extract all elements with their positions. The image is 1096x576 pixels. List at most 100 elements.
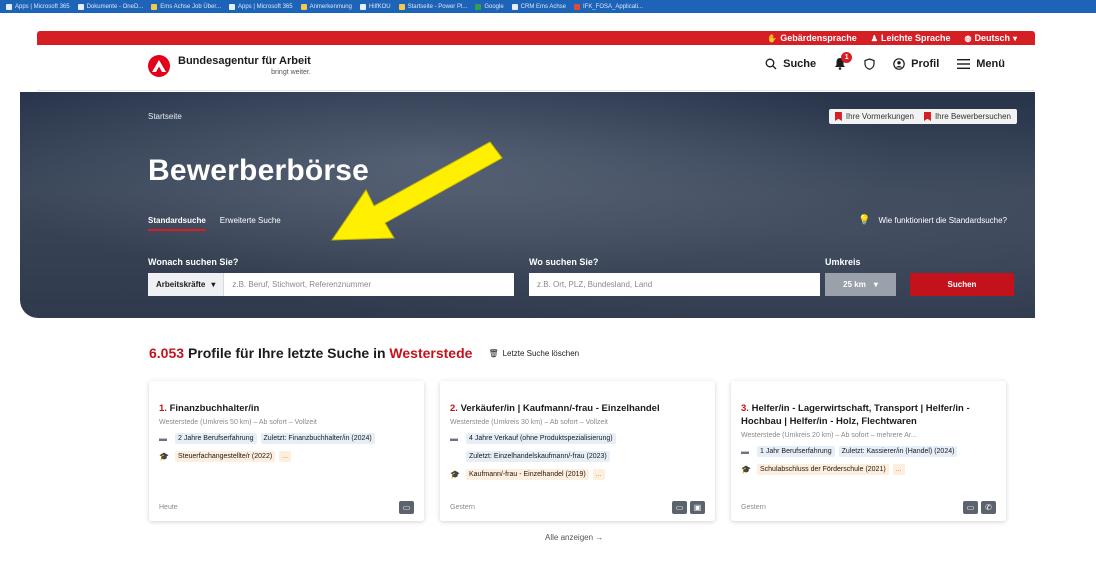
category-select[interactable]: Arbeitskräfte ▾	[148, 273, 225, 296]
page-title: Bewerberbörse	[148, 154, 370, 187]
card-meta: Westerstede (Umkreis 30 km) – Ab sofort …	[450, 418, 608, 426]
bookmark-item[interactable]: HilfKOU	[359, 3, 391, 10]
bookmark-item[interactable]: CRM Ems Achse	[511, 3, 566, 10]
where-input[interactable]	[529, 273, 820, 296]
last-job-chip: Zuletzt: Kassierer/in (Handel) (2024)	[838, 445, 958, 457]
last-job-row: Zuletzt: Einzelhandelskaufmann/-frau (20…	[450, 450, 705, 462]
search-button[interactable]: Suchen	[910, 273, 1014, 296]
what-label: Wonach suchen Sie?	[148, 257, 239, 267]
ba-logo-icon	[148, 55, 170, 77]
logo-tagline: bringt weiter.	[271, 69, 311, 76]
card-meta: Westerstede (Umkreis 20 km) – Ab sofort …	[741, 431, 917, 439]
person-icon: ♟	[870, 33, 878, 43]
app-icon	[511, 3, 518, 10]
app-icon	[359, 3, 366, 10]
caret-down-icon: ▾	[211, 280, 216, 289]
language-selector[interactable]: ◍ Deutsch ▾	[964, 33, 1017, 43]
cloud-icon	[77, 3, 84, 10]
experience-chip: 4 Jahre Verkauf (ohne Produktspezialisie…	[466, 432, 616, 444]
education-row: 🎓 Steuerfachangestellte/r (2022) ...	[159, 450, 414, 462]
menu-button[interactable]: Menü	[957, 58, 1005, 70]
hero-actions: Ihre Vormerkungen Ihre Bewerbersuchen	[828, 109, 1017, 124]
sign-language-link[interactable]: ✋ Gebärdensprache	[767, 33, 857, 43]
logo-title: Bundesagentur für Arbeit	[178, 55, 311, 67]
contact-card-icon[interactable]: ▣	[690, 501, 705, 514]
easy-language-link[interactable]: ♟ Leichte Sprache	[871, 33, 951, 43]
results-header: 6.053 Profile für Ihre letzte Suche in W…	[149, 345, 579, 361]
bookmark-item[interactable]: Google	[475, 3, 504, 10]
folder-icon	[151, 3, 158, 10]
trash-icon: 🗑	[488, 348, 499, 358]
briefcase-icon: ▬	[450, 433, 458, 443]
search-hero: Startseite Ihre Vormerkungen Ihre Bewerb…	[20, 92, 1035, 318]
search-link[interactable]: Suche	[765, 58, 816, 70]
what-input[interactable]	[224, 273, 514, 296]
message-icon[interactable]: ▭	[399, 501, 414, 514]
breadcrumb[interactable]: Startseite	[148, 112, 182, 121]
where-field	[529, 273, 820, 296]
bookmark-item[interactable]: Anmerkenmung	[300, 3, 352, 10]
last-job-chip: Zuletzt: Einzelhandelskaufmann/-frau (20…	[466, 450, 610, 462]
search-tabs: Standardsuche Erweiterte Suche	[148, 216, 281, 231]
bookmark-item[interactable]: Ems Achse Job Über...	[151, 3, 221, 10]
tab-advanced-search[interactable]: Erweiterte Suche	[220, 216, 281, 231]
hand-icon: ✋	[767, 33, 778, 43]
tab-standard-search[interactable]: Standardsuche	[148, 216, 206, 231]
user-icon	[893, 57, 905, 70]
profile-card[interactable]: 3. Helfer/in - Lagerwirtschaft, Transpor…	[731, 381, 1006, 521]
profile-cards: 1. Finanzbuchhalter/in Westerstede (Umkr…	[149, 381, 1006, 521]
bookmark-item[interactable]: Apps | Microsoft 365	[229, 3, 293, 10]
profile-card[interactable]: 2. Verkäufer/in | Kaufmann/-frau - Einze…	[440, 381, 715, 521]
graduation-cap-icon: 🎓	[450, 469, 460, 479]
app-icon	[398, 3, 405, 10]
bookmark-item[interactable]: IFK_FOSA_Applicati...	[574, 3, 643, 10]
notification-badge: 1	[841, 52, 853, 63]
message-icon[interactable]: ▭	[672, 501, 687, 514]
briefcase-icon: ▬	[159, 433, 167, 443]
what-field: Arbeitskräfte ▾	[148, 273, 514, 296]
message-icon[interactable]: ▭	[963, 501, 978, 514]
site-header: Bundesagentur für Arbeit bringt weiter. …	[37, 45, 1035, 91]
experience-row: ▬ 1 Jahr Berufserfahrung Zuletzt: Kassie…	[741, 445, 996, 457]
logo[interactable]: Bundesagentur für Arbeit bringt weiter.	[148, 55, 311, 77]
card-date: Heute	[159, 504, 178, 511]
more-chip[interactable]: ...	[592, 468, 605, 480]
saved-searches-button[interactable]: Ihre Bewerbersuchen	[923, 112, 1011, 121]
clear-last-search-button[interactable]: 🗑 Letzte Suche löschen	[488, 349, 579, 358]
bookmark-item[interactable]: Startseite - Power Pl...	[398, 3, 467, 10]
lightbulb-icon: 💡	[858, 215, 871, 226]
bookmark-icon	[923, 112, 931, 121]
card-title: 1. Finanzbuchhalter/in	[159, 403, 260, 414]
search-icon	[765, 58, 777, 69]
profile-card[interactable]: 1. Finanzbuchhalter/in Westerstede (Umkr…	[149, 381, 424, 521]
card-date: Gestern	[450, 504, 475, 511]
help-link[interactable]: 💡 Wie funktioniert die Standardsuche?	[858, 215, 1007, 226]
bookmarks-button[interactable]: Ihre Vormerkungen	[834, 112, 914, 121]
chevron-down-icon: ▾	[1012, 33, 1017, 43]
show-all-link[interactable]: Alle anzeigen →	[545, 533, 603, 542]
shield-button[interactable]	[864, 57, 875, 70]
globe-icon: ◍	[964, 33, 972, 43]
profile-link[interactable]: Profil	[893, 58, 939, 70]
education-row: 🎓 Kaufmann/-frau - Einzelhandel (2019) .…	[450, 468, 705, 480]
radius-select[interactable]: 25 km ▾	[825, 273, 896, 296]
notifications-button[interactable]: 1	[834, 52, 853, 70]
last-job-chip: Zuletzt: Finanzbuchhalter/in (2024)	[260, 432, 375, 444]
header-nav: Suche 1 Profil Menü	[765, 52, 1005, 70]
caret-down-icon: ▾	[873, 280, 878, 289]
education-chip: Schulabschluss der Förderschule (2021)	[757, 463, 889, 475]
bookmark-item[interactable]: Dokumente - OneD...	[77, 3, 143, 10]
google-icon	[475, 3, 482, 10]
experience-chip: 1 Jahr Berufserfahrung	[757, 445, 835, 457]
more-chip[interactable]: ...	[892, 463, 905, 475]
bookmark-item[interactable]: Apps | Microsoft 365	[6, 3, 70, 10]
card-actions: ▭ ✆	[963, 501, 996, 514]
bookmark-icon	[834, 112, 842, 121]
card-title: 2. Verkäufer/in | Kaufmann/-frau - Einze…	[450, 403, 660, 414]
graduation-cap-icon: 🎓	[741, 464, 751, 474]
radius-label: Umkreis	[825, 257, 861, 267]
where-label: Wo suchen Sie?	[529, 257, 599, 267]
phone-icon[interactable]: ✆	[981, 501, 996, 514]
shield-icon	[864, 57, 875, 70]
more-chip[interactable]: ...	[279, 450, 292, 462]
